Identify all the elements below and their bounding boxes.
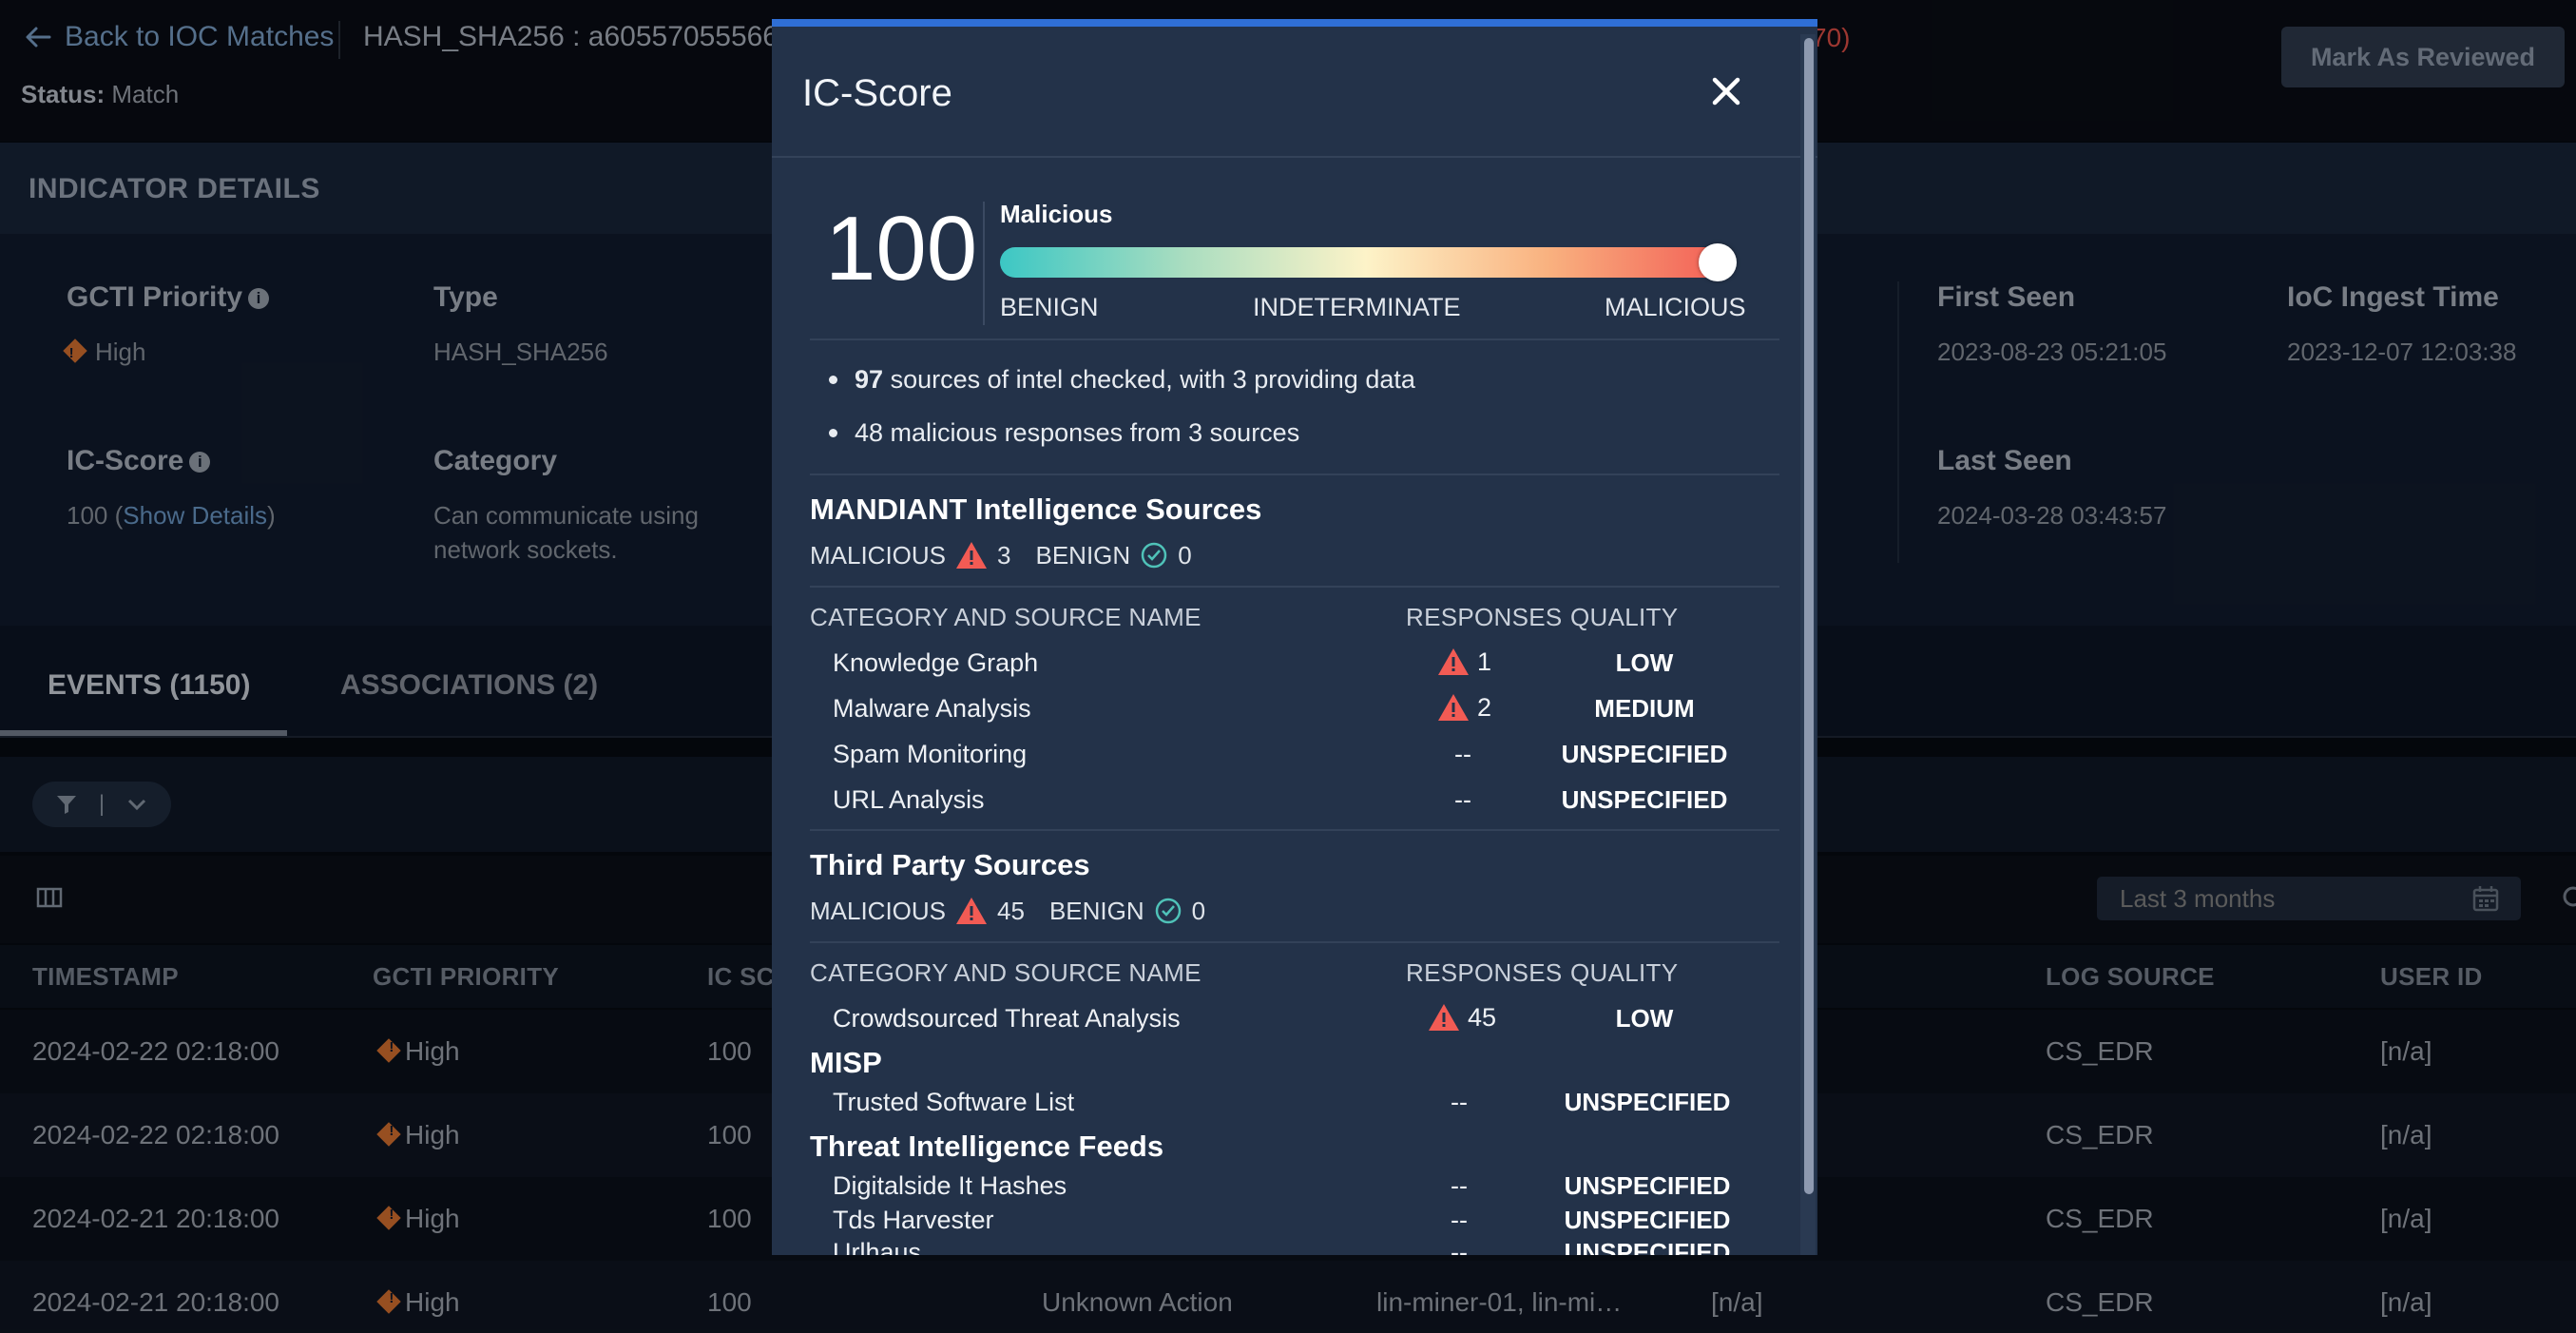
- section-title-mandiant: MANDIANT Intelligence Sources: [810, 493, 1262, 526]
- quality-url-analysis: UNSPECIFIED: [1561, 785, 1728, 814]
- responses-url-analysis: --: [1454, 785, 1471, 814]
- check-circle-icon: [1141, 542, 1167, 569]
- quality-spam-monitoring: UNSPECIFIED: [1561, 740, 1728, 768]
- responses-digitalside-it-hashes: --: [1451, 1171, 1468, 1200]
- summary-sources: 97 sources of intel checked, with 3 prov…: [810, 365, 1415, 395]
- scale-label-malicious: MALICIOUS: [1605, 293, 1746, 321]
- ic-score-value: 100: [825, 198, 978, 299]
- third-party-summary: MALICIOUS 45 BENIGN 0: [810, 896, 1206, 925]
- quality-tds-harvester: UNSPECIFIED: [1564, 1206, 1731, 1234]
- divider: [810, 338, 1779, 340]
- warning-icon: [1438, 648, 1469, 675]
- col-head-source: CATEGORY AND SOURCE NAME: [810, 958, 1201, 987]
- scale-label-benign: BENIGN: [1000, 293, 1099, 321]
- modal-header-divider: [772, 156, 1817, 158]
- quality-malware-analysis: MEDIUM: [1594, 694, 1695, 723]
- responses-malware-analysis: 2: [1437, 692, 1491, 723]
- section-title-threat-feeds: Threat Intelligence Feeds: [810, 1130, 1164, 1163]
- source-trusted-software-list: Trusted Software List: [833, 1088, 1075, 1116]
- responses-knowledge-graph: 1: [1437, 647, 1491, 677]
- col-head-responses: RESPONSES: [1406, 603, 1563, 631]
- divider: [810, 941, 1779, 943]
- mandiant-summary: MALICIOUS 3 BENIGN 0: [810, 540, 1192, 570]
- divider: [810, 586, 1779, 588]
- warning-icon: [1438, 694, 1469, 721]
- source-digitalside-it-hashes: Digitalside It Hashes: [833, 1171, 1067, 1200]
- close-button[interactable]: [1701, 67, 1751, 116]
- quality-crowdsourced-threat-analysis: LOW: [1615, 1004, 1674, 1033]
- col-head-source: CATEGORY AND SOURCE NAME: [810, 603, 1201, 631]
- responses-urlhaus: --: [1451, 1238, 1468, 1255]
- warning-icon: [956, 542, 988, 569]
- source-crowdsourced-threat-analysis: Crowdsourced Threat Analysis: [833, 1004, 1181, 1033]
- summary-responses: 48 malicious responses from 3 sources: [810, 418, 1299, 448]
- source-malware-analysis: Malware Analysis: [833, 694, 1031, 723]
- quality-trusted-software-list: UNSPECIFIED: [1564, 1088, 1731, 1116]
- section-title-third-party: Third Party Sources: [810, 848, 1090, 881]
- ic-score-modal: IC-Score 100 Malicious BENIGN INDETERMIN…: [772, 19, 1817, 1255]
- quality-knowledge-graph: LOW: [1615, 648, 1674, 677]
- scale-label-indeterminate: INDETERMINATE: [1253, 293, 1461, 321]
- modal-title: IC-Score: [802, 72, 952, 114]
- score-scale-bar: [1000, 247, 1732, 278]
- quality-digitalside-it-hashes: UNSPECIFIED: [1564, 1171, 1731, 1200]
- score-scale-marker: [1698, 243, 1737, 281]
- source-url-analysis: URL Analysis: [833, 785, 985, 814]
- warning-icon: [956, 898, 988, 924]
- responses-crowdsourced-threat-analysis: 45: [1428, 1002, 1496, 1033]
- score-divider: [983, 202, 985, 325]
- col-head-responses: RESPONSES: [1406, 958, 1563, 987]
- source-knowledge-graph: Knowledge Graph: [833, 648, 1039, 677]
- source-urlhaus: Urlhaus: [833, 1238, 922, 1255]
- modal-scrollbar-thumb[interactable]: [1804, 38, 1814, 1194]
- col-head-quality: QUALITY: [1570, 958, 1679, 987]
- section-title-misp: MISP: [810, 1046, 882, 1079]
- source-tds-harvester: Tds Harvester: [833, 1206, 994, 1234]
- responses-tds-harvester: --: [1451, 1206, 1468, 1234]
- source-spam-monitoring: Spam Monitoring: [833, 740, 1028, 768]
- divider: [810, 473, 1779, 475]
- warning-icon: [1429, 1004, 1459, 1031]
- col-head-quality: QUALITY: [1570, 603, 1679, 631]
- verdict-label: Malicious: [1000, 200, 1113, 228]
- close-icon: [1712, 77, 1740, 106]
- responses-trusted-software-list: --: [1451, 1088, 1468, 1116]
- responses-spam-monitoring: --: [1454, 740, 1471, 768]
- check-circle-icon: [1155, 898, 1181, 924]
- quality-urlhaus: UNSPECIFIED: [1564, 1238, 1731, 1255]
- divider: [810, 829, 1779, 831]
